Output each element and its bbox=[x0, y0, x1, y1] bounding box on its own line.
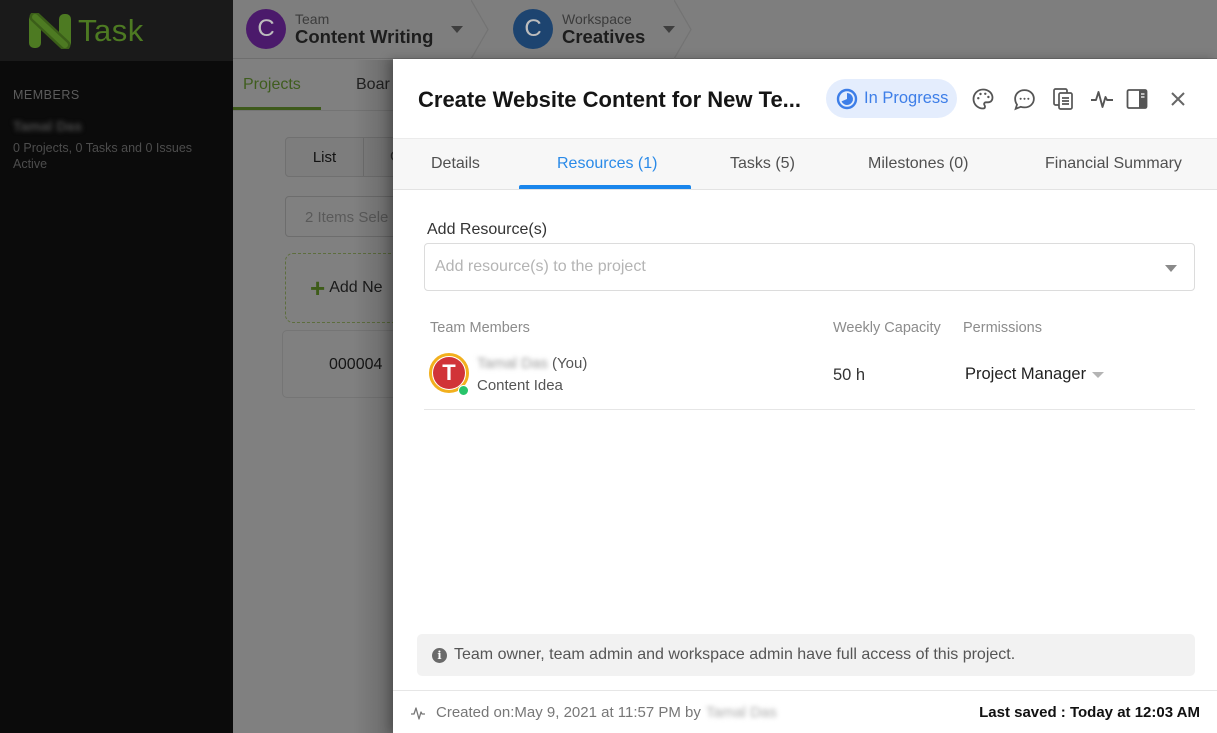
logo-text: Task bbox=[78, 12, 144, 48]
column-weekly-capacity: Weekly Capacity bbox=[833, 320, 941, 336]
top-bar: C Team Content Writing C Workspace Creat… bbox=[233, 0, 1217, 59]
chevron-down-icon[interactable] bbox=[1165, 265, 1177, 272]
active-tab-indicator bbox=[519, 185, 691, 189]
tab-resources[interactable]: Resources (1) bbox=[557, 155, 657, 173]
tab-milestones[interactable]: Milestones (0) bbox=[868, 155, 968, 173]
in-progress-icon bbox=[836, 88, 858, 109]
tab-financial-summary[interactable]: Financial Summary bbox=[1045, 155, 1182, 173]
member-role: Content Idea bbox=[477, 377, 563, 394]
permission-value: Project Manager bbox=[965, 365, 1087, 383]
status-dropdown[interactable]: In Progress bbox=[826, 79, 957, 118]
ntask-logo-icon bbox=[29, 12, 71, 49]
chevron-down-icon bbox=[1092, 371, 1105, 378]
modal-tabs: Details Resources (1) Tasks (5) Mileston… bbox=[393, 138, 1217, 190]
permission-dropdown[interactable]: Project Manager bbox=[965, 365, 1105, 384]
chevron-down-icon bbox=[451, 25, 464, 33]
avatar-initial: T bbox=[433, 357, 465, 389]
access-info-banner: i Team owner, team admin and workspace a… bbox=[417, 634, 1195, 676]
access-info-text: Team owner, team admin and workspace adm… bbox=[454, 646, 1016, 663]
table-row: T Tamal Das (You) Content Idea 50 h Proj… bbox=[424, 348, 1195, 410]
sidebar-member-stats: 0 Projects, 0 Tasks and 0 Issues Active bbox=[13, 140, 233, 172]
activity-icon[interactable] bbox=[1089, 86, 1115, 112]
breadcrumb-separator-icon bbox=[674, 0, 692, 59]
team-avatar: C bbox=[246, 9, 286, 49]
tab-details[interactable]: Details bbox=[431, 155, 480, 173]
workspace-label: Workspace bbox=[562, 10, 632, 27]
member-stats-text: 0 Projects, 0 Tasks and 0 Issues bbox=[13, 141, 193, 155]
add-resources-input[interactable] bbox=[425, 244, 1125, 290]
member-name-text: Tamal Das bbox=[477, 355, 548, 372]
team-name: Content Writing bbox=[295, 25, 434, 47]
column-permissions: Permissions bbox=[963, 320, 1042, 336]
sidebar: Task MEMBERS Tamal Das 0 Projects, 0 Tas… bbox=[0, 0, 233, 733]
logo[interactable]: Task bbox=[0, 0, 233, 61]
team-switcher[interactable]: C Team Content Writing bbox=[246, 9, 464, 49]
project-detail-modal: Create Website Content for New Te... In … bbox=[393, 59, 1217, 733]
palette-icon[interactable] bbox=[970, 86, 996, 112]
created-on-text: Created on:May 9, 2021 at 11:57 PM by bbox=[436, 704, 701, 721]
comment-icon[interactable] bbox=[1011, 86, 1037, 112]
online-status-dot bbox=[458, 385, 469, 396]
workspace-name: Creatives bbox=[562, 25, 646, 47]
activity-icon bbox=[411, 706, 425, 720]
project-title[interactable]: Create Website Content for New Te... bbox=[418, 87, 801, 113]
add-resources-label: Add Resource(s) bbox=[427, 221, 548, 238]
tab-tasks[interactable]: Tasks (5) bbox=[730, 155, 795, 173]
member-name: Tamal Das (You) bbox=[477, 355, 587, 372]
info-icon: i bbox=[432, 647, 447, 663]
column-team-members: Team Members bbox=[430, 320, 530, 336]
modal-footer: Created on:May 9, 2021 at 11:57 PM by Ta… bbox=[393, 690, 1217, 733]
tab-projects[interactable]: Projects bbox=[243, 76, 301, 94]
side-panel-icon[interactable] bbox=[1124, 86, 1150, 112]
modal-shadow bbox=[353, 60, 393, 733]
modal-header: Create Website Content for New Te... In … bbox=[393, 59, 1217, 138]
active-tab-indicator bbox=[233, 107, 321, 110]
sidebar-member-name[interactable]: Tamal Das bbox=[13, 118, 233, 134]
breadcrumb-separator-icon bbox=[471, 0, 489, 59]
members-section-label: MEMBERS bbox=[13, 88, 80, 102]
weekly-capacity-value[interactable]: 50 h bbox=[833, 366, 865, 385]
workspace-avatar: C bbox=[513, 9, 553, 49]
created-info: Created on:May 9, 2021 at 11:57 PM by Ta… bbox=[410, 704, 777, 721]
last-saved-text: Last saved : Today at 12:03 AM bbox=[979, 704, 1200, 721]
created-by-name: Tamal Das bbox=[705, 704, 777, 721]
member-status-text: Active bbox=[13, 157, 48, 171]
team-label: Team bbox=[295, 10, 330, 27]
status-label: In Progress bbox=[864, 89, 949, 107]
workspace-switcher[interactable]: C Workspace Creatives bbox=[513, 9, 676, 49]
add-resources-select[interactable] bbox=[424, 243, 1195, 291]
close-icon[interactable] bbox=[1165, 86, 1191, 112]
plus-icon: + bbox=[310, 273, 326, 303]
copy-document-icon[interactable] bbox=[1050, 86, 1076, 112]
you-tag: (You) bbox=[552, 355, 588, 372]
